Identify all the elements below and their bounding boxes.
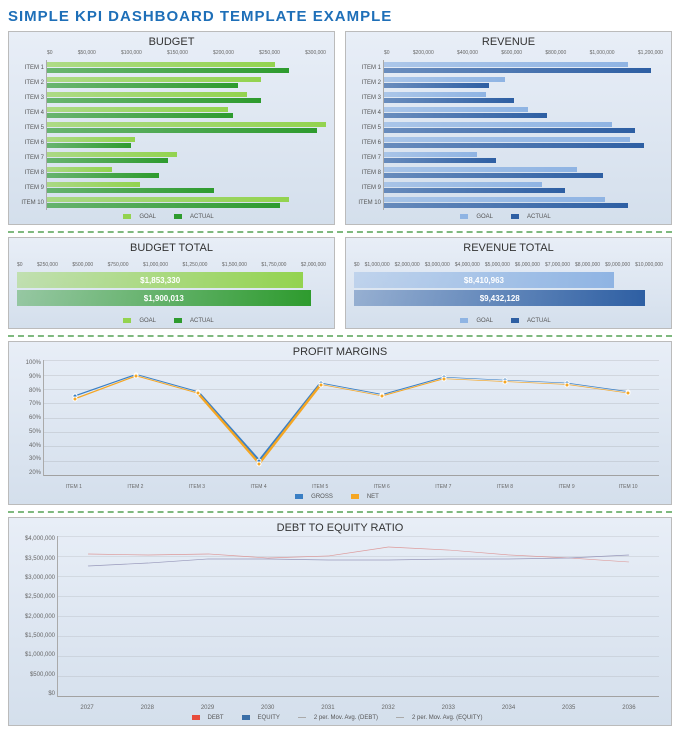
budget-total-title: BUDGET TOTAL [17, 242, 326, 254]
hbar-row [384, 90, 663, 105]
hbar-row [47, 165, 326, 180]
row-label: ITEM 4 [17, 105, 47, 120]
row-label: ITEM 3 [17, 90, 47, 105]
row-label: ITEM 6 [17, 135, 47, 150]
profit-panel: PROFIT MARGINS 100%90%80%70%60%50%40%30%… [8, 341, 672, 505]
data-point [72, 396, 77, 401]
debt-equity-panel: DEBT TO EQUITY RATIO $4,000,000$3,500,00… [8, 517, 672, 726]
hbar-row [47, 120, 326, 135]
budget-title: BUDGET [17, 36, 326, 48]
row-label: ITEM 8 [17, 165, 47, 180]
divider [8, 335, 672, 337]
revenue-title: REVENUE [354, 36, 663, 48]
revenue-total-goal-bar: $8,410,963 [354, 272, 614, 288]
hbar-row [47, 90, 326, 105]
data-point [441, 376, 446, 381]
data-point [380, 394, 385, 399]
hbar-row [384, 180, 663, 195]
hbar-row [384, 195, 663, 210]
row-label: ITEM 10 [17, 195, 47, 210]
revenue-panel: REVENUE $0$200,000$400,000$600,000$800,0… [345, 31, 672, 225]
budget-legend: GOALACTUAL [17, 214, 326, 220]
divider [8, 511, 672, 513]
hbar-row [47, 75, 326, 90]
hbar-row [47, 195, 326, 210]
row-label: ITEM 1 [17, 60, 47, 75]
page-title: SIMPLE KPI DASHBOARD TEMPLATE EXAMPLE [8, 8, 672, 25]
row-label: ITEM 2 [354, 75, 384, 90]
data-point [626, 391, 631, 396]
hbar-row [384, 150, 663, 165]
row-label: ITEM 5 [17, 120, 47, 135]
data-point [257, 461, 262, 466]
data-point [195, 391, 200, 396]
data-point [564, 382, 569, 387]
row-label: ITEM 2 [17, 75, 47, 90]
revenue-total-actual-bar: $9,432,128 [354, 290, 645, 306]
data-point [134, 373, 139, 378]
budget-total-panel: BUDGET TOTAL $0$250,000$500,000$750,000$… [8, 237, 335, 329]
row-label: ITEM 6 [354, 135, 384, 150]
row-label: ITEM 5 [354, 120, 384, 135]
row-label: ITEM 10 [354, 195, 384, 210]
revenue-total-panel: REVENUE TOTAL $0$1,000,000$2,000,000$3,0… [345, 237, 672, 329]
hbar-row [384, 120, 663, 135]
revenue-total-title: REVENUE TOTAL [354, 242, 663, 254]
revenue-legend: GOALACTUAL [354, 214, 663, 220]
budget-panel: BUDGET $0$50,000$100,000$150,000$200,000… [8, 31, 335, 225]
hbar-row [47, 150, 326, 165]
hbar-row [47, 105, 326, 120]
data-point [318, 382, 323, 387]
row-label: ITEM 4 [354, 105, 384, 120]
row-label: ITEM 7 [17, 150, 47, 165]
row-label: ITEM 7 [354, 150, 384, 165]
data-point [503, 379, 508, 384]
hbar-row [47, 180, 326, 195]
divider [8, 231, 672, 233]
hbar-row [384, 135, 663, 150]
hbar-row [47, 60, 326, 75]
row-label: ITEM 9 [17, 180, 47, 195]
budget-total-actual-bar: $1,900,013 [17, 290, 311, 306]
hbar-row [384, 105, 663, 120]
row-label: ITEM 3 [354, 90, 384, 105]
hbar-row [47, 135, 326, 150]
debt-equity-title: DEBT TO EQUITY RATIO [17, 522, 663, 534]
profit-title: PROFIT MARGINS [17, 346, 663, 358]
row-label: ITEM 9 [354, 180, 384, 195]
row-label: ITEM 8 [354, 165, 384, 180]
hbar-row [384, 165, 663, 180]
budget-total-goal-bar: $1,853,330 [17, 272, 303, 288]
hbar-row [384, 60, 663, 75]
hbar-row [384, 75, 663, 90]
row-label: ITEM 1 [354, 60, 384, 75]
